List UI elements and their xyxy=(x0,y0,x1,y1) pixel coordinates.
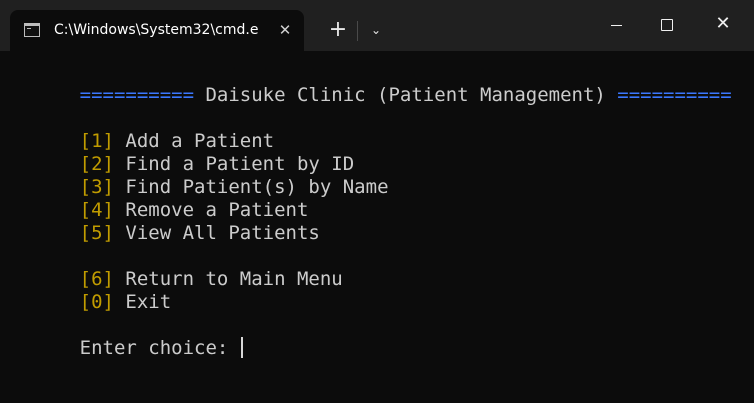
new-tab-button[interactable]: + xyxy=(320,16,356,44)
terminal-output[interactable]: ========== Daisuke Clinic (Patient Manag… xyxy=(0,51,754,403)
tab-title: C:\Windows\System32\cmd.e xyxy=(54,22,259,38)
maximize-icon xyxy=(661,19,673,31)
menu-key: [0] xyxy=(79,291,114,313)
maximize-button[interactable] xyxy=(642,0,692,51)
close-window-button[interactable]: ✕ xyxy=(692,0,754,51)
prompt-label: Enter choice: xyxy=(79,337,240,359)
header-title: Daisuke Clinic (Patient Management) xyxy=(194,84,618,106)
close-window-icon: ✕ xyxy=(715,13,731,34)
menu-label: Exit xyxy=(113,291,172,313)
text-cursor xyxy=(240,337,243,358)
menu-key: [5] xyxy=(79,222,114,244)
title-bar: C:\Windows\System32\cmd.e ✕ + ⌄ ✕ xyxy=(0,0,754,51)
close-tab-icon[interactable]: ✕ xyxy=(276,21,294,39)
tab-divider xyxy=(357,21,358,41)
header-left-rule: ========== xyxy=(79,84,195,106)
header-right-rule: ========== xyxy=(617,84,732,106)
tab-dropdown-icon[interactable]: ⌄ xyxy=(362,16,390,44)
minimize-button[interactable] xyxy=(592,0,642,51)
minimize-icon xyxy=(611,25,622,26)
terminal-tab[interactable]: C:\Windows\System32\cmd.e ✕ xyxy=(10,10,304,51)
choice-prompt[interactable]: Enter choice: xyxy=(11,314,243,383)
terminal-window: C:\Windows\System32\cmd.e ✕ + ⌄ ✕ ======… xyxy=(0,0,754,403)
menu-label: View All Patients xyxy=(113,222,320,244)
command-prompt-icon xyxy=(24,23,40,37)
